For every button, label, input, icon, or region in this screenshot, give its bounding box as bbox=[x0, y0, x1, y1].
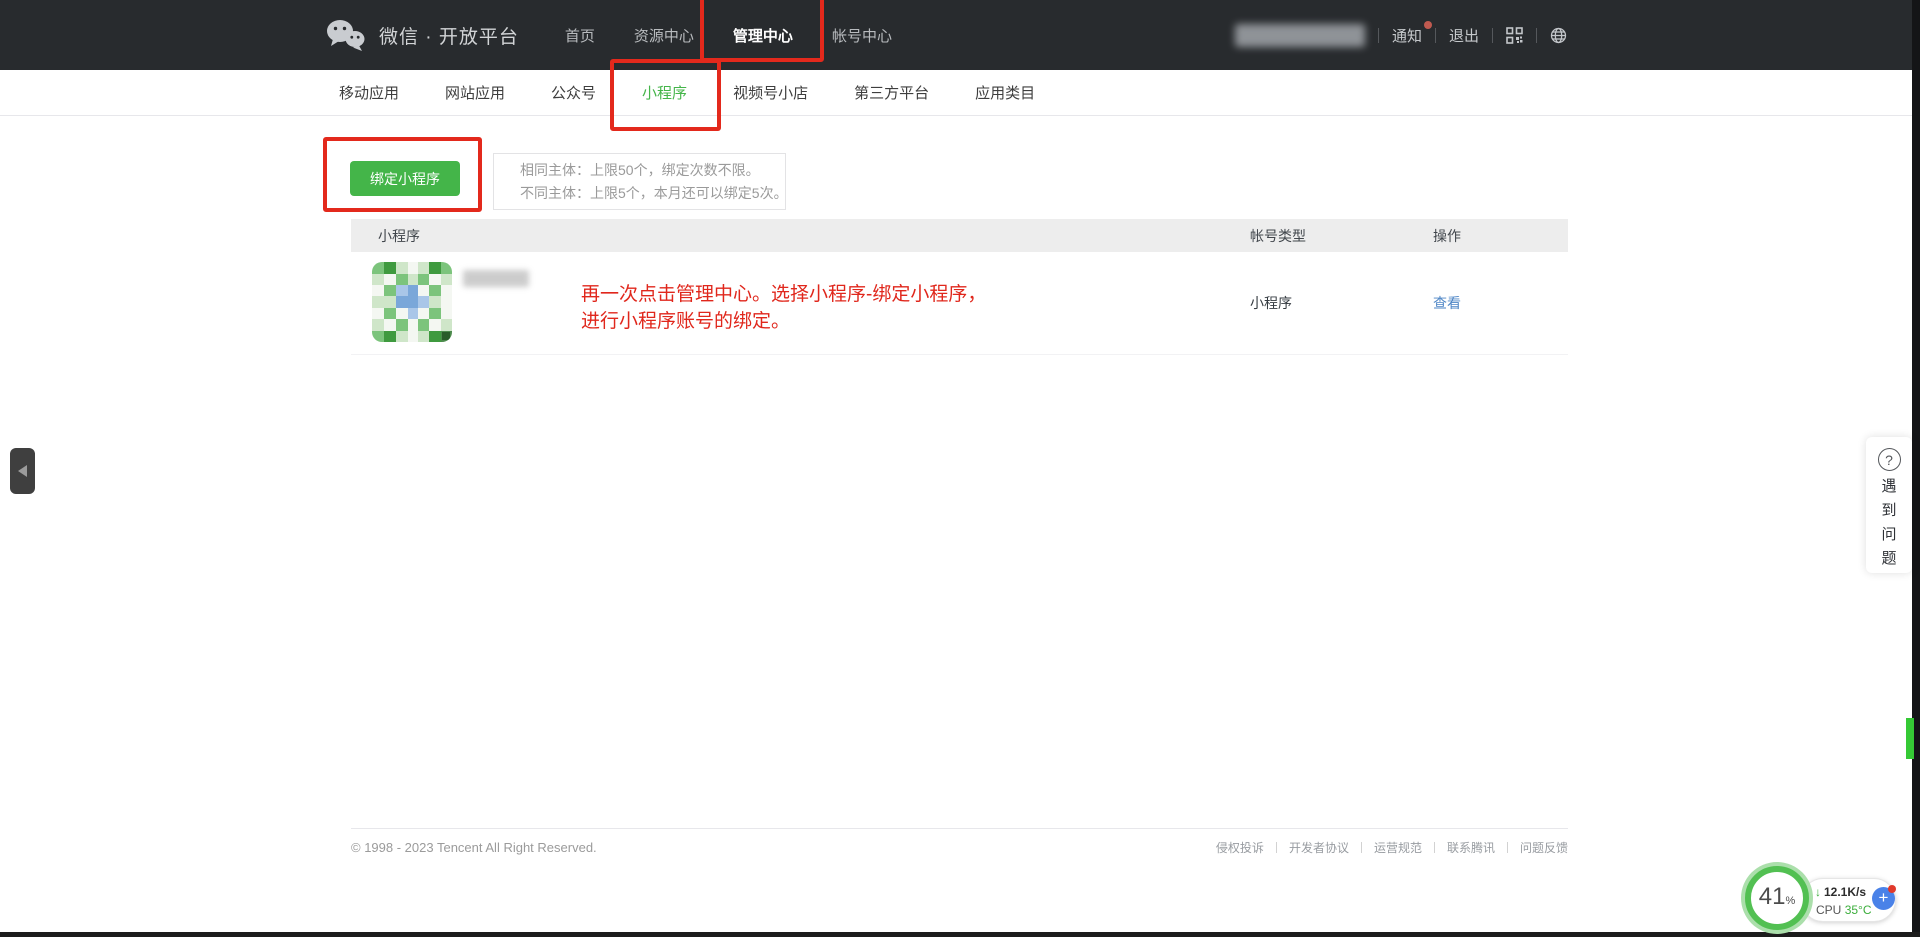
tutorial-annotation-line-2: 进行小程序账号的绑定。 bbox=[581, 308, 986, 335]
app-type-tabbar: 移动应用 网站应用 公众号 小程序 视频号小店 第三方平台 应用类目 bbox=[0, 70, 1920, 116]
network-speed-value: 12.1K/s bbox=[1824, 885, 1866, 899]
footer-link-contact-tencent[interactable]: 联系腾讯 bbox=[1447, 839, 1495, 856]
monitor-alert-dot bbox=[1888, 885, 1896, 893]
cpu-temperature: 35°C bbox=[1845, 903, 1872, 917]
help-side-panel[interactable]: ? 遇 到 问 题 bbox=[1866, 437, 1912, 573]
footer-divider bbox=[351, 828, 1568, 829]
bind-mini-program-button[interactable]: 绑定小程序 bbox=[350, 161, 460, 196]
nav-item-management-center[interactable]: 管理中心 bbox=[727, 17, 799, 54]
cpu-stat: CPU 35°C bbox=[1816, 903, 1872, 917]
footer-link-developer-agreement[interactable]: 开发者协议 bbox=[1289, 839, 1349, 856]
divider bbox=[1361, 842, 1362, 853]
column-header-mini-program: 小程序 bbox=[351, 226, 1250, 246]
download-arrow-icon: ↓ bbox=[1815, 885, 1821, 899]
mini-program-cell: 再一次点击管理中心。选择小程序-绑定小程序， 进行小程序账号的绑定。 bbox=[351, 252, 1250, 354]
app-type-tabs: 移动应用 网站应用 公众号 小程序 视频号小店 第三方平台 应用类目 bbox=[339, 70, 1920, 115]
footer-link-infringement[interactable]: 侵权投诉 bbox=[1216, 839, 1264, 856]
help-panel-char: 到 bbox=[1881, 502, 1896, 519]
divider bbox=[1378, 28, 1379, 43]
tab-website-app[interactable]: 网站应用 bbox=[445, 82, 505, 103]
table-row: 再一次点击管理中心。选择小程序-绑定小程序， 进行小程序账号的绑定。 小程序 查… bbox=[351, 252, 1568, 355]
memory-percent-unit: % bbox=[1785, 895, 1795, 907]
footer: © 1998 - 2023 Tencent All Right Reserved… bbox=[351, 839, 1568, 856]
language-globe-icon[interactable] bbox=[1550, 27, 1567, 44]
binding-rule-line-2: 不同主体：上限5个，本月还可以绑定5次。 bbox=[520, 182, 775, 205]
window-right-edge bbox=[1912, 0, 1920, 937]
tutorial-annotation-line-1: 再一次点击管理中心。选择小程序-绑定小程序， bbox=[581, 281, 986, 308]
cpu-label: CPU bbox=[1816, 903, 1841, 917]
memory-percent-gauge[interactable]: 41% bbox=[1745, 866, 1809, 930]
nav-item-resources[interactable]: 资源中心 bbox=[628, 17, 700, 54]
help-panel-char: 题 bbox=[1881, 550, 1896, 567]
column-header-action: 操作 bbox=[1433, 226, 1568, 246]
divider bbox=[1536, 28, 1537, 43]
scrollbar-thumb[interactable] bbox=[1906, 718, 1914, 759]
mini-program-avatar bbox=[372, 262, 452, 342]
logout-link[interactable]: 退出 bbox=[1449, 25, 1479, 46]
header-right: 通知 退出 bbox=[1235, 0, 1567, 70]
wechat-logo: 微信 · 开放平台 bbox=[326, 18, 519, 52]
notification-badge bbox=[1424, 21, 1432, 29]
chevron-left-icon bbox=[12, 465, 27, 477]
nav-item-home[interactable]: 首页 bbox=[559, 17, 601, 54]
footer-links: 侵权投诉 开发者协议 运营规范 联系腾讯 问题反馈 bbox=[1216, 839, 1568, 856]
column-header-account-type: 帐号类型 bbox=[1250, 226, 1433, 246]
tab-official-account[interactable]: 公众号 bbox=[551, 82, 596, 103]
notifications-link[interactable]: 通知 bbox=[1392, 25, 1422, 46]
divider bbox=[1492, 28, 1493, 43]
window-bottom-edge bbox=[0, 932, 1920, 937]
help-panel-char: 遇 bbox=[1881, 478, 1896, 495]
tab-app-category[interactable]: 应用类目 bbox=[975, 82, 1035, 103]
help-panel-char: 问 bbox=[1881, 526, 1896, 543]
tab-mini-program-label: 小程序 bbox=[642, 85, 687, 102]
binding-rules-box: 相同主体：上限50个，绑定次数不限。 不同主体：上限5个，本月还可以绑定5次。 bbox=[493, 153, 786, 210]
notifications-label: 通知 bbox=[1392, 28, 1422, 45]
divider bbox=[1435, 28, 1436, 43]
tab-mobile-app[interactable]: 移动应用 bbox=[339, 82, 399, 103]
tab-third-party-platform[interactable]: 第三方平台 bbox=[854, 82, 929, 103]
memory-percent-value: 41 bbox=[1759, 883, 1786, 911]
copyright-text: © 1998 - 2023 Tencent All Right Reserved… bbox=[351, 840, 597, 855]
qr-code-icon[interactable] bbox=[1506, 27, 1523, 44]
username-redacted bbox=[1235, 24, 1365, 47]
footer-link-feedback[interactable]: 问题反馈 bbox=[1520, 839, 1568, 856]
page-title: 微信 · 开放平台 bbox=[379, 22, 519, 49]
footer-link-operation-rules[interactable]: 运营规范 bbox=[1374, 839, 1422, 856]
divider bbox=[1434, 842, 1435, 853]
question-mark-icon: ? bbox=[1878, 448, 1901, 471]
tab-mini-program[interactable]: 小程序 bbox=[642, 82, 687, 103]
nav-item-account-center[interactable]: 帐号中心 bbox=[826, 17, 898, 54]
sidebar-collapse-handle[interactable] bbox=[10, 448, 35, 494]
action-cell: 查看 bbox=[1433, 293, 1568, 313]
table-header: 小程序 帐号类型 操作 bbox=[351, 219, 1568, 252]
account-type-cell: 小程序 bbox=[1250, 293, 1433, 313]
top-header: 微信 · 开放平台 首页 资源中心 管理中心 帐号中心 通知 退出 bbox=[0, 0, 1920, 70]
wechat-logo-icon bbox=[326, 18, 366, 52]
mini-program-name-redacted bbox=[463, 270, 529, 287]
performance-monitor-widget: ↓12.1K/s CPU 35°C 41% + bbox=[1745, 866, 1905, 932]
tab-channels-shop[interactable]: 视频号小店 bbox=[733, 82, 808, 103]
bind-mini-program-button-label: 绑定小程序 bbox=[370, 171, 440, 187]
binding-rule-line-1: 相同主体：上限50个，绑定次数不限。 bbox=[520, 159, 775, 182]
view-link[interactable]: 查看 bbox=[1433, 295, 1461, 311]
top-nav: 首页 资源中心 管理中心 帐号中心 bbox=[559, 17, 898, 54]
divider bbox=[1507, 842, 1508, 853]
nav-item-management-center-label: 管理中心 bbox=[733, 28, 793, 45]
tutorial-annotation-text: 再一次点击管理中心。选择小程序-绑定小程序， 进行小程序账号的绑定。 bbox=[581, 281, 986, 335]
network-speed: ↓12.1K/s bbox=[1815, 885, 1866, 899]
divider bbox=[1276, 842, 1277, 853]
